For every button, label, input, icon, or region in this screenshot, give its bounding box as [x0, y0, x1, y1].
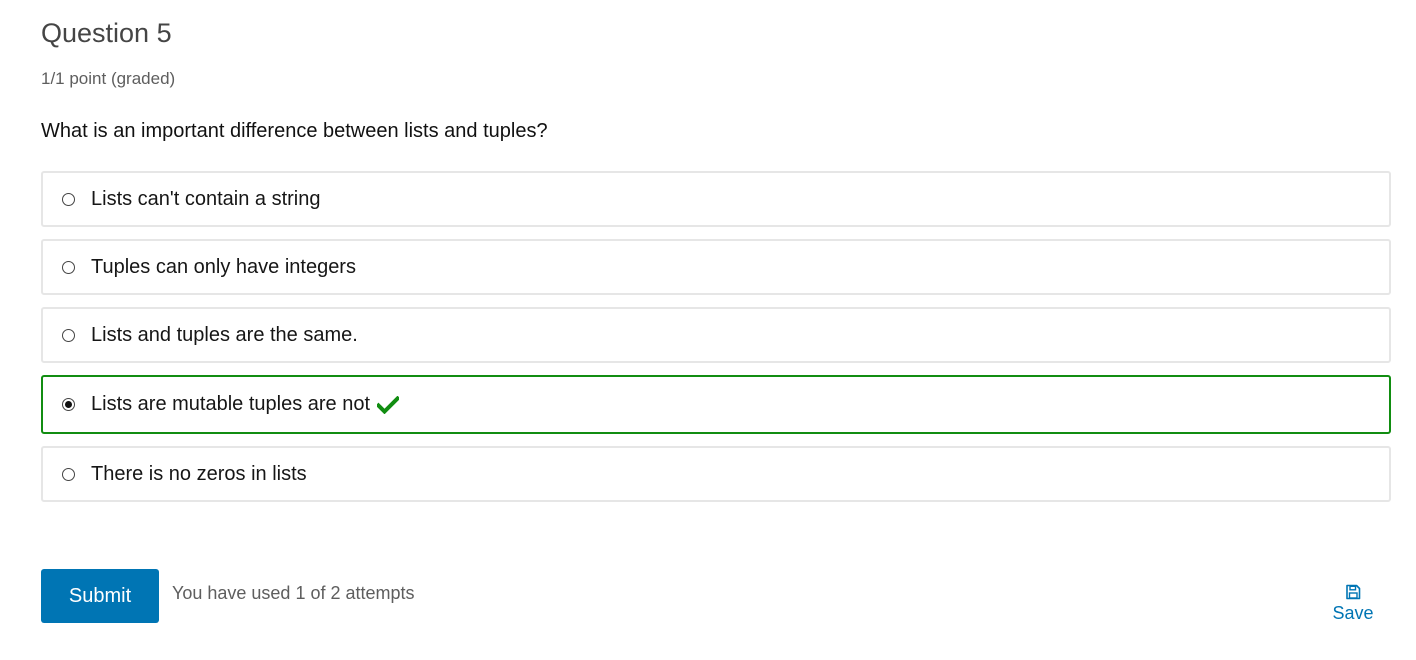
question-prompt: What is an important difference between …	[41, 120, 548, 142]
question-title: Question 5	[41, 18, 172, 48]
attempts-counter: You have used 1 of 2 attempts	[172, 583, 415, 603]
radio-button[interactable]	[62, 192, 75, 206]
choice-option[interactable]: Lists can't contain a string	[41, 171, 1391, 227]
choice-label: There is no zeros in lists	[91, 462, 307, 485]
grade-status: 1/1 point (graded)	[41, 69, 176, 88]
choice-option[interactable]: There is no zeros in lists	[41, 446, 1391, 502]
save-label: Save	[1332, 603, 1374, 623]
choice-label: Lists can't contain a string	[91, 187, 321, 210]
choice-label: Tuples can only have integers	[91, 255, 356, 278]
floppy-disk-icon	[1346, 584, 1361, 600]
save-button[interactable]: Save	[1326, 584, 1380, 624]
choice-option[interactable]: Lists and tuples are the same.	[41, 307, 1391, 363]
choice-option[interactable]: Tuples can only have integers	[41, 239, 1391, 295]
choice-option-selected-correct[interactable]: Lists are mutable tuples are not	[41, 375, 1391, 434]
radio-button-selected[interactable]	[62, 398, 75, 411]
radio-button[interactable]	[62, 328, 75, 342]
choice-list: Lists can't contain a string Tuples can …	[41, 171, 1391, 514]
submit-button[interactable]: Submit	[41, 569, 159, 623]
choice-label: Lists are mutable tuples are not	[91, 393, 371, 415]
radio-button[interactable]	[62, 260, 75, 274]
choice-label: Lists and tuples are the same.	[91, 323, 358, 346]
problem-container: Question 5 1/1 point (graded) What is an…	[0, 0, 1416, 660]
checkmark-icon	[377, 395, 400, 414]
radio-button[interactable]	[62, 467, 75, 481]
